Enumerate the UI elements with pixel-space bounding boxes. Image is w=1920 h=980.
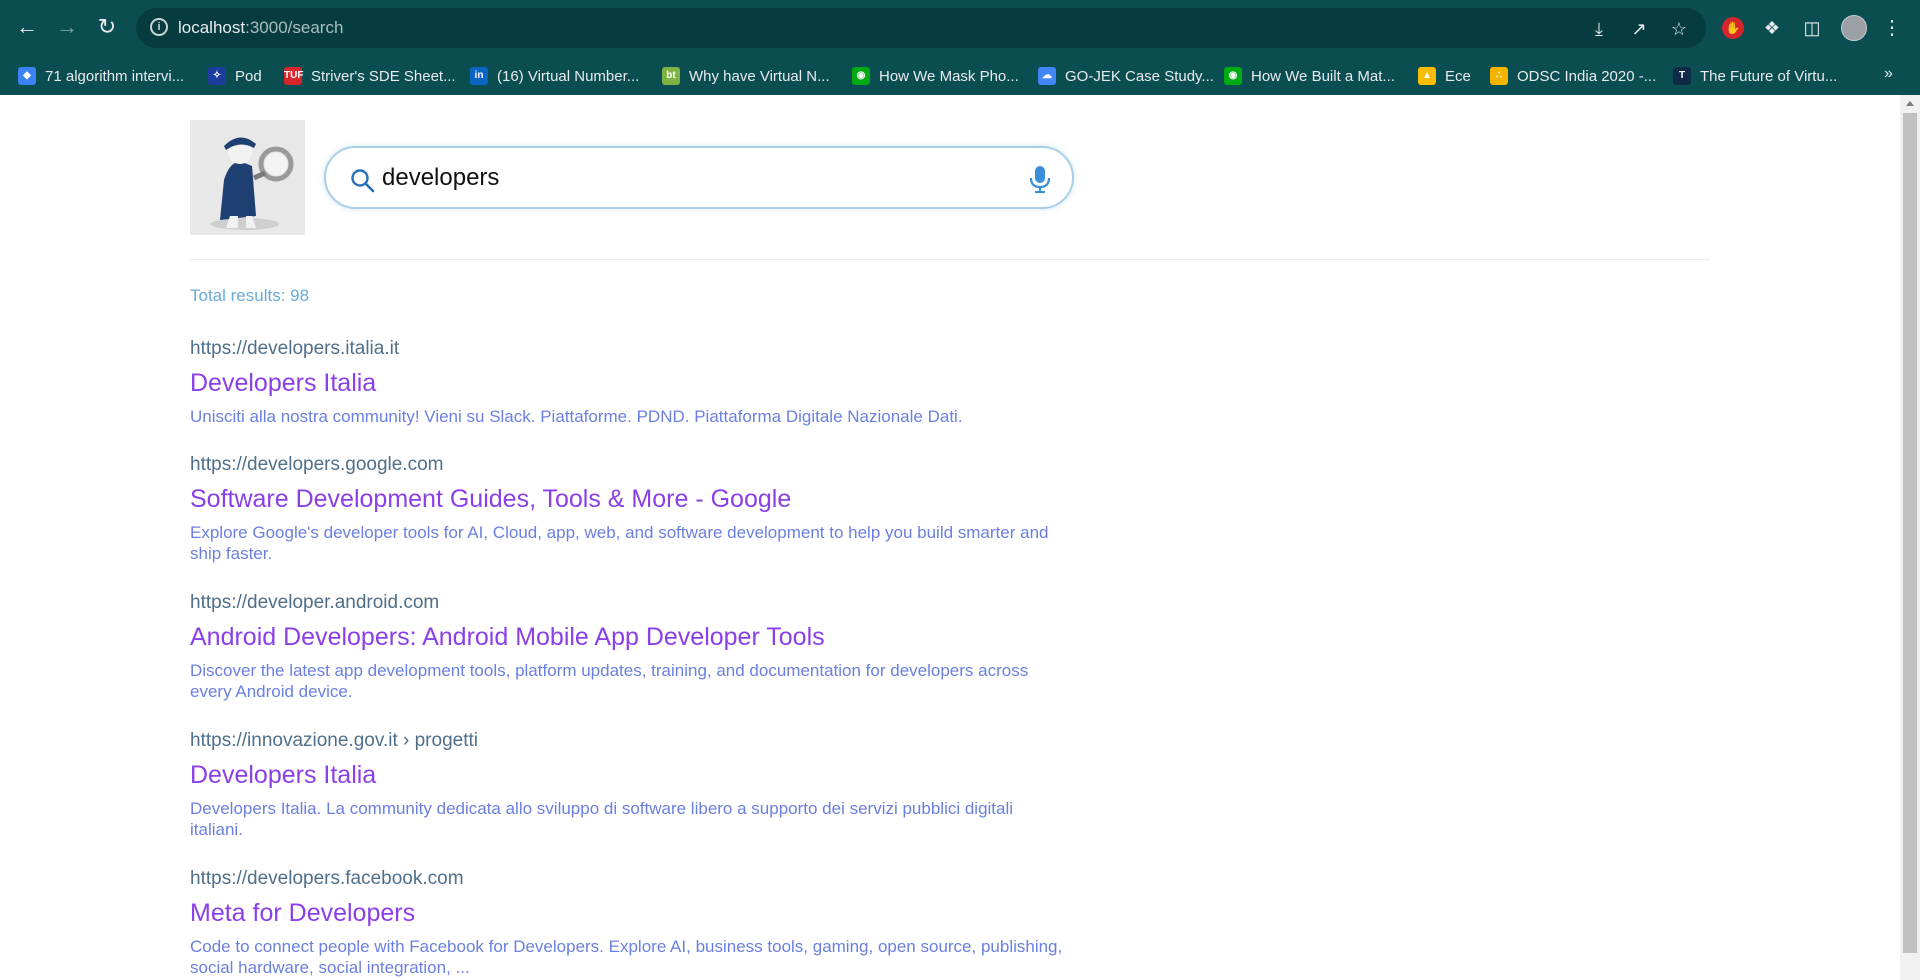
search-box[interactable] [324,146,1074,209]
scrollbar-thumb[interactable] [1903,113,1917,953]
search-result: https://developers.italia.it Developers … [190,338,1090,427]
total-results: Total results: 98 [190,286,310,305]
search-result: https://innovazione.gov.it › progetti De… [190,730,1090,840]
result-title-link[interactable]: Android Developers: Android Mobile App D… [190,623,1090,652]
forward-icon[interactable]: → [52,12,82,42]
bookmark-item[interactable]: ◆ 71 algorithm intervi... [18,65,184,87]
install-app-icon[interactable]: ⤓ [1588,18,1610,40]
search-result: https://developer.android.com Android De… [190,592,1090,702]
result-url: https://developers.facebook.com [190,868,464,889]
bookmark-item[interactable]: bt Why have Virtual N... [662,65,830,87]
microphone-icon[interactable] [1026,164,1054,194]
search-result: https://developers.facebook.com Meta for… [190,868,1090,978]
gojek-icon: ◉ [1224,67,1242,85]
result-description: Unisciti alla nostra community! Vieni su… [190,407,963,426]
odsc-icon: ∴ [1490,67,1508,85]
search-icon[interactable] [350,168,376,194]
scroll-up-arrow-icon[interactable] [1906,101,1914,106]
profile-avatar[interactable] [1841,15,1867,41]
bookmark-item[interactable]: T The Future of Virtu... [1673,65,1837,87]
cloud-icon: ☁ [1038,67,1056,85]
address-url[interactable]: localhost:3000/search [178,18,343,38]
bookmark-label: How We Mask Pho... [879,67,1019,85]
result-description: Discover the latest app development tool… [190,661,1029,701]
bookmark-label: The Future of Virtu... [1700,67,1838,85]
bookmark-item[interactable]: ◉ How We Built a Mat... [1224,65,1395,87]
bookmark-label: 71 algorithm intervi... [45,67,185,85]
result-url: https://innovazione.gov.it › progetti [190,730,478,751]
result-description: Developers Italia. La community dedicata… [190,799,1014,839]
result-url: https://developers.italia.it [190,338,400,359]
t-icon: T [1673,67,1691,85]
bookmark-label: Why have Virtual N... [689,67,830,85]
bookmark-label: ODSC India 2020 -... [1517,67,1657,85]
side-panel-icon[interactable]: ◫ [1800,16,1824,40]
header-divider [190,259,1710,260]
result-title-link[interactable]: Meta for Developers [190,899,1090,928]
adblock-extension-icon[interactable]: ✋ [1722,17,1744,39]
bookmark-item[interactable]: ▲ Ece [1418,65,1471,87]
result-title-link[interactable]: Developers Italia [190,369,1090,398]
address-bar[interactable]: i localhost:3000/search ⤓ ↗ ☆ [136,8,1706,48]
result-url: https://developer.android.com [190,592,440,613]
page-scrollbar[interactable] [1900,95,1920,980]
drive-icon: ▲ [1418,67,1436,85]
detective-figure-icon [190,120,305,235]
detective-logo[interactable] [190,120,305,235]
linkedin-icon: in [470,67,488,85]
result-url: https://developers.google.com [190,454,444,475]
tuf-icon: TUF [284,67,303,85]
search-result: https://developers.google.com Software D… [190,454,1090,564]
bookmarks-bar: ◆ 71 algorithm intervi... ✧ Pod TUF Striver's… [0,57,1920,95]
bookmark-item[interactable]: TUF Striver's SDE Sheet... [284,65,456,87]
bookmark-label: (16) Virtual Number... [497,67,640,85]
result-description: Explore Google's developer tools for AI,… [190,523,1049,563]
bookmark-item[interactable]: ◉ How We Mask Pho... [852,65,1019,87]
site-info-icon[interactable]: i [150,18,168,36]
bt-icon: bt [662,67,680,85]
more-bookmarks-icon[interactable]: » [1884,65,1893,83]
url-host: localhost [178,18,246,37]
bookmark-item[interactable]: in (16) Virtual Number... [470,65,639,87]
chrome-menu-icon[interactable]: ⋮ [1882,15,1902,41]
result-title-link[interactable]: Software Development Guides, Tools & Mor… [190,485,1090,514]
bookmark-label: Pod [235,67,262,85]
url-path: :3000/search [245,18,344,37]
browser-toolbar: ← → ↻ i localhost:3000/search ⤓ ↗ ☆ ✋ ❖ … [0,0,1920,57]
bookmark-item[interactable]: ∴ ODSC India 2020 -... [1490,65,1656,87]
diamond-icon: ◆ [18,67,36,85]
gojek-icon: ◉ [852,67,870,85]
share-icon[interactable]: ↗ [1628,18,1650,40]
extensions-puzzle-icon[interactable]: ❖ [1760,16,1784,40]
back-icon[interactable]: ← [12,12,42,42]
result-title-link[interactable]: Developers Italia [190,761,1090,790]
bookmark-label: GO-JEK Case Study... [1065,67,1214,85]
bookmark-label: How We Built a Mat... [1251,67,1395,85]
result-description: Code to connect people with Facebook for… [190,937,1063,977]
reload-icon[interactable]: ↻ [92,12,122,42]
bookmark-star-icon[interactable]: ☆ [1668,18,1690,40]
bookmark-label: Striver's SDE Sheet... [311,67,456,85]
bookmark-item[interactable]: ☁ GO-JEK Case Study... [1038,65,1214,87]
bookmark-item[interactable]: ✧ Pod [208,65,262,87]
pod-icon: ✧ [208,67,226,85]
search-input[interactable] [382,160,982,196]
bookmark-label: Ece [1445,67,1471,85]
